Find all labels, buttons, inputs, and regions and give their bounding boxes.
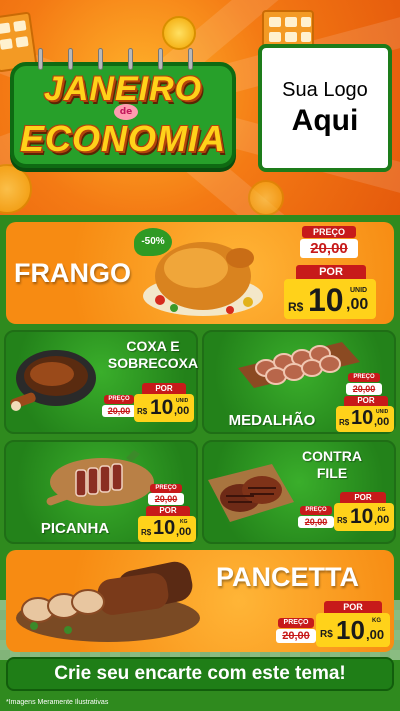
price-unit: UNID xyxy=(376,409,389,415)
logo-placeholder[interactable]: Sua Logo Aqui xyxy=(258,44,392,172)
coin-icon xyxy=(0,164,32,214)
currency-symbol: R$ xyxy=(288,300,304,314)
price-box: R$ 10 ,00 KG xyxy=(138,516,196,542)
roast-chicken-image xyxy=(143,242,263,316)
price-box: R$ 10 ,00 UNID xyxy=(284,279,376,319)
price-box: R$ 10 ,00 KG xyxy=(334,503,394,531)
product-name-line1: COXA E xyxy=(126,338,180,354)
price-unit: KG xyxy=(180,519,188,525)
price-unit: UNID xyxy=(176,398,189,404)
por-label: POR xyxy=(296,265,366,279)
price-integer: 10 xyxy=(351,407,374,429)
price-unit: KG xyxy=(378,507,386,513)
old-price: 20,00 xyxy=(102,405,136,417)
price-decimal: ,00 xyxy=(346,296,369,313)
chicken-leg-pan-image xyxy=(10,350,96,411)
price-decimal: ,00 xyxy=(374,514,390,526)
por-label: POR xyxy=(142,383,186,394)
price-box: R$ 10 ,00 UNID xyxy=(134,394,194,422)
por-label: POR xyxy=(344,396,388,406)
calendar-ring xyxy=(38,48,43,70)
price-integer: 10 xyxy=(153,517,176,539)
price-decimal: ,00 xyxy=(174,405,190,417)
pancetta-board-image xyxy=(16,561,200,642)
por-label: POR xyxy=(340,492,386,503)
preco-label: PREÇO xyxy=(104,395,134,404)
coin-icon xyxy=(248,180,284,215)
steak-board-image xyxy=(208,464,294,522)
old-price: 20,00 xyxy=(346,383,382,395)
logo-text-line1: Sua Logo xyxy=(282,78,368,101)
price-integer: 10 xyxy=(308,282,344,318)
currency-symbol: R$ xyxy=(137,407,148,416)
preco-label: PREÇO xyxy=(300,506,332,515)
headline-line2: ECONOMIA xyxy=(20,118,226,159)
coin-icon xyxy=(162,16,196,50)
product-name: PANCETTA xyxy=(216,562,359,592)
old-price: 20,00 xyxy=(276,629,316,643)
price-unit: UNID xyxy=(350,287,368,294)
preco-label: PREÇO xyxy=(150,484,182,493)
price-integer: 10 xyxy=(336,615,365,645)
price-box: R$ 10 ,00 UNID xyxy=(336,406,394,432)
price-unit: KG xyxy=(372,618,381,624)
currency-symbol: R$ xyxy=(337,516,348,525)
medallion-skewers-image xyxy=(238,342,360,388)
calendar-ring xyxy=(98,48,103,70)
preco-label: PREÇO xyxy=(302,226,356,238)
header-banner: JANEIRO de ECONOMIA Sua Logo Aqui xyxy=(0,0,400,215)
product-name: MEDALHÃO xyxy=(228,412,316,429)
preco-label: PREÇO xyxy=(348,373,380,382)
old-price: 20,00 xyxy=(148,493,184,505)
currency-symbol: R$ xyxy=(141,528,152,537)
product-name-line2: SOBRECOXA xyxy=(107,355,199,371)
price-integer: 10 xyxy=(350,505,374,528)
cta-banner[interactable]: Crie seu encarte com este tema! xyxy=(6,657,394,691)
old-price: 20,00 xyxy=(298,516,334,528)
calendar-ring xyxy=(158,48,163,70)
product-name-line2: FILE xyxy=(316,465,348,481)
product-name: COXA E SOBRECOXA xyxy=(106,338,200,372)
price-decimal: ,00 xyxy=(176,526,192,538)
price-decimal: ,00 xyxy=(366,627,385,642)
calendar-ring xyxy=(68,48,73,70)
price-decimal: ,00 xyxy=(374,416,390,428)
price-integer: 10 xyxy=(150,396,174,419)
currency-symbol: R$ xyxy=(320,629,333,640)
product-name: PICANHA xyxy=(40,520,110,537)
calendar-ring xyxy=(188,48,193,70)
price-box: R$ 10 ,00 KG xyxy=(316,613,390,647)
old-price: 20,00 xyxy=(300,239,358,258)
calculator-icon xyxy=(262,10,314,48)
calendar-ring xyxy=(128,48,133,70)
disclaimer-note: *Imagens Meramente Ilustrativas xyxy=(6,699,109,706)
product-name: CONTRA FILE xyxy=(300,448,364,482)
logo-text-line2: Aqui xyxy=(291,103,359,137)
product-name-line1: CONTRA xyxy=(302,448,362,464)
preco-label: PREÇO xyxy=(278,618,314,628)
por-label: POR xyxy=(324,601,382,613)
product-name: FRANGO xyxy=(14,258,131,288)
picanha-board-image xyxy=(46,450,154,506)
currency-symbol: R$ xyxy=(339,418,350,427)
por-label: POR xyxy=(146,506,190,516)
